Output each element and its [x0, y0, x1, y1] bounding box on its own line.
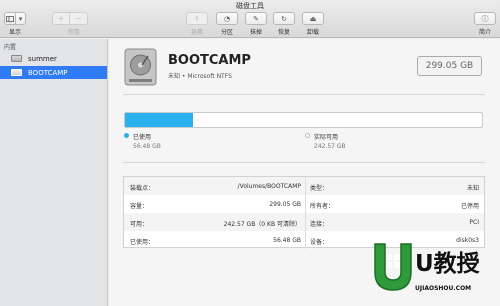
volume-controls: ＋ － [52, 12, 88, 25]
sidebar-section-internal: 内置 [4, 44, 17, 51]
table-row: 装载点： /Volumes/BOOTCAMP 类型： 未知 [124, 177, 484, 195]
info-key: 连接： [310, 221, 329, 228]
show-label: 显示 [8, 29, 21, 36]
usage-bar-used [125, 113, 193, 127]
available-value: 242.57 GB [314, 143, 346, 150]
brand-text: U教授 [415, 251, 480, 277]
info-key: 容量： [130, 203, 149, 210]
toolbar: 磁盘工具 ▾ 显示 ＋ － 宗卷 ⚕ 急救 ◔ 分区 ✎ 抹掉 ↻ 恢复 ⏏ 卸… [0, 0, 500, 38]
chevron-down-icon[interactable]: ▾ [16, 12, 26, 25]
restore-label: 恢复 [277, 29, 290, 36]
info-value: 未知 [466, 185, 479, 192]
volume-size-badge: 299.05 GB [417, 56, 482, 76]
info-value: 56.48 GB [273, 237, 301, 244]
info-value: /Volumes/BOOTCAMP [237, 183, 301, 190]
erase-icon[interactable]: ✎ [245, 12, 267, 25]
table-row: 容量： 299.05 GB 所有者： 已停用 [124, 195, 484, 213]
divider [123, 162, 485, 163]
brand-url: UJIAOSHOU.COM [415, 285, 472, 292]
first-aid-icon[interactable]: ⚕ [186, 12, 208, 25]
usage-bar [124, 112, 483, 128]
unmount-label: 卸载 [306, 29, 319, 36]
disk-icon [11, 55, 22, 62]
volume-format: 未知 • Microsoft NTFS [168, 73, 232, 80]
sidebar-item-bootcamp[interactable]: BOOTCAMP [0, 66, 107, 79]
sidebar-icon[interactable] [4, 12, 16, 25]
info-label: 简介 [478, 29, 491, 36]
disk-icon [11, 69, 22, 76]
unmount-icon[interactable]: ⏏ [302, 12, 324, 25]
watermark-logo: U教授 UJIAOSHOU.COM [371, 240, 500, 306]
info-key: 设备： [310, 239, 329, 246]
add-volume-icon[interactable]: ＋ [52, 12, 70, 25]
brand-u-icon [374, 243, 412, 291]
info-icon[interactable]: ⓘ [474, 12, 496, 25]
used-legend-dot [124, 133, 129, 138]
available-label: 实际可用 [314, 134, 339, 141]
info-key: 所有者： [310, 203, 335, 210]
sidebar: 内置 summer BOOTCAMP [0, 39, 108, 306]
hard-drive-icon [124, 48, 157, 86]
remove-volume-icon[interactable]: － [70, 12, 88, 25]
available-legend-dot [305, 133, 310, 138]
sidebar-item-label: BOOTCAMP [28, 68, 68, 77]
partition-icon[interactable]: ◔ [216, 12, 238, 25]
sidebar-item-summer[interactable]: summer [0, 52, 107, 65]
used-value: 56.48 GB [133, 143, 161, 150]
disk-utility-window: 磁盘工具 ▾ 显示 ＋ － 宗卷 ⚕ 急救 ◔ 分区 ✎ 抹掉 ↻ 恢复 ⏏ 卸… [0, 0, 500, 306]
divider [123, 94, 485, 95]
info-key: 类型： [310, 185, 329, 192]
volume-name: BOOTCAMP [168, 53, 251, 68]
view-toggle[interactable]: ▾ [4, 12, 26, 25]
info-value: PCI [469, 219, 479, 226]
erase-label: 抹掉 [249, 29, 262, 36]
first-aid-label: 急救 [190, 29, 203, 36]
info-value: 已停用 [460, 203, 479, 210]
info-key: 装载点： [130, 185, 155, 192]
partition-label: 分区 [220, 29, 233, 36]
info-key: 已使用： [130, 239, 155, 246]
info-table: 装载点： /Volumes/BOOTCAMP 类型： 未知 容量： 299.05… [123, 176, 485, 249]
column-divider [305, 177, 306, 249]
info-value: 242.57 GB（0 KB 可清除） [223, 221, 301, 228]
window-title: 磁盘工具 [236, 2, 264, 10]
volume-label: 宗卷 [67, 29, 80, 36]
info-value: 299.05 GB [269, 201, 301, 208]
info-key: 可用： [130, 221, 149, 228]
sidebar-item-label: summer [28, 54, 57, 63]
table-row: 可用： 242.57 GB（0 KB 可清除） 连接： PCI [124, 213, 484, 231]
used-label: 已使用 [133, 134, 152, 141]
restore-icon[interactable]: ↻ [273, 12, 295, 25]
